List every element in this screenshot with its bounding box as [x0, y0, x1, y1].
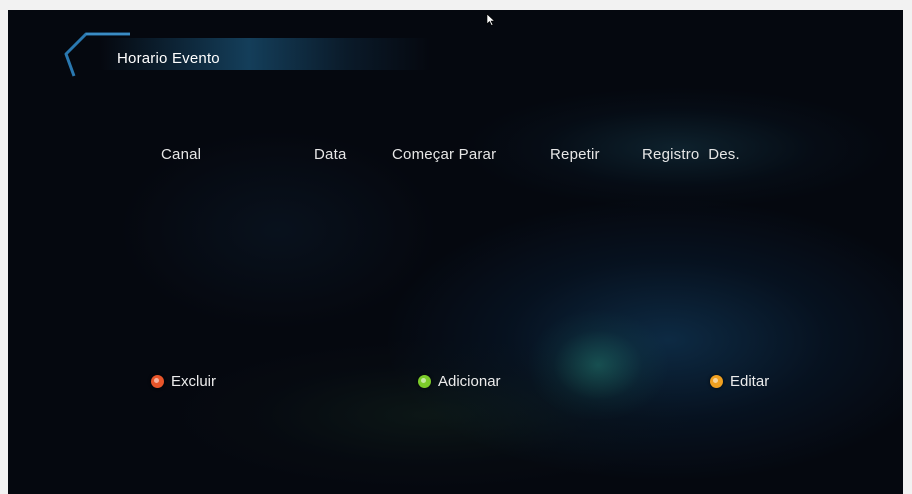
- column-header-canal: Canal: [161, 146, 202, 163]
- title-bar: Horario Evento: [60, 32, 430, 80]
- red-key-icon: [151, 374, 164, 388]
- yellow-key-icon: [710, 374, 723, 388]
- green-key-icon: [418, 374, 431, 388]
- editar-button[interactable]: Editar: [710, 371, 769, 391]
- column-header-comecar-parar: Começar Parar: [392, 146, 497, 163]
- adicionar-label: Adicionar: [438, 372, 501, 390]
- tv-screen: Horario Evento Canal Data Começar Parar …: [8, 10, 903, 494]
- editar-label: Editar: [730, 372, 770, 390]
- column-header-data: Data: [314, 146, 347, 163]
- page-title: Horario Evento: [117, 50, 220, 67]
- column-header-registro-des: Registro Des.: [642, 146, 740, 163]
- excluir-label: Excluir: [171, 372, 217, 390]
- excluir-button[interactable]: Excluir: [151, 371, 216, 391]
- background-glow: [528, 310, 668, 420]
- column-header-repetir: Repetir: [550, 146, 600, 163]
- adicionar-button[interactable]: Adicionar: [418, 371, 501, 391]
- mouse-pointer-icon: [486, 13, 496, 26]
